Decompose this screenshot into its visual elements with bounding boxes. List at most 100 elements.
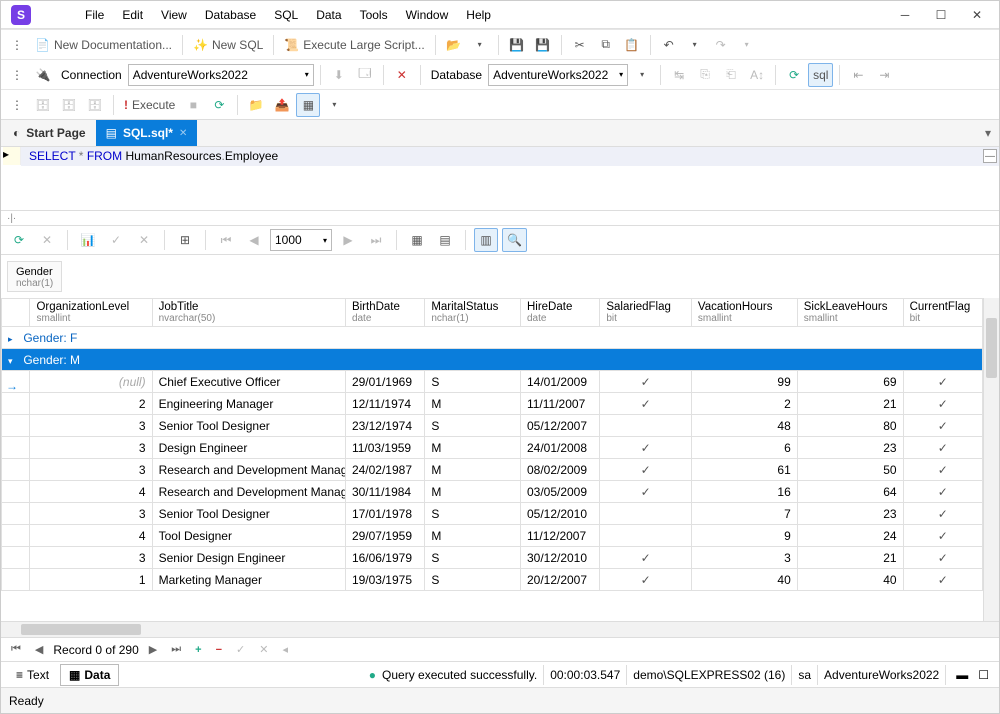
footer-tab-data[interactable]: ▦ Data (60, 664, 119, 686)
indent-more-icon[interactable]: ⇥ (872, 63, 896, 87)
dd-icon[interactable]: ▾ (630, 63, 654, 87)
menu-sql[interactable]: SQL (266, 6, 306, 24)
plug-icon[interactable]: 🔌 (31, 63, 55, 87)
col-CurrentFlag[interactable]: CurrentFlagbit (903, 299, 982, 327)
refresh-exec-icon[interactable]: ⟳ (207, 93, 231, 117)
next-page-icon[interactable]: ▶ (336, 228, 360, 252)
last-page-icon[interactable]: ⏭ (364, 228, 388, 252)
table-row[interactable]: 3Senior Tool Designer17/01/1978S05/12/20… (2, 503, 983, 525)
disconnect-all-icon[interactable]: ✕ (390, 63, 414, 87)
refresh-icon[interactable]: ⟳ (782, 63, 806, 87)
remove-record-icon[interactable]: − (212, 644, 226, 656)
minimize-button[interactable]: ─ (887, 1, 923, 28)
table-row[interactable]: 4Research and Development Manager30/11/1… (2, 481, 983, 503)
sql-editor[interactable]: ▸ — SELECT * FROM HumanResources.Employe… (1, 147, 999, 211)
table-row[interactable]: 3Senior Tool Designer23/12/1974S05/12/20… (2, 415, 983, 437)
search-icon[interactable]: 🔍 (502, 228, 527, 252)
table-row[interactable]: 3Design Engineer11/03/1959M24/01/2008✓62… (2, 437, 983, 459)
save-icon[interactable]: 💾 (505, 33, 529, 57)
sql-mode-icon[interactable]: sql (808, 63, 833, 87)
first-record-icon[interactable]: ⏮ (7, 643, 25, 656)
dropdown-icon[interactable]: ▾ (468, 33, 492, 57)
vertical-scrollbar[interactable] (983, 298, 999, 621)
cut-icon[interactable]: ✂ (568, 33, 592, 57)
maximize-button[interactable]: ☐ (923, 1, 959, 28)
menu-help[interactable]: Help (458, 6, 499, 24)
refresh-record-icon[interactable]: ◂ (278, 643, 292, 656)
redo-dd-icon[interactable]: ▾ (735, 33, 759, 57)
grouped-view-icon[interactable]: ▥ (474, 228, 498, 252)
paste-icon[interactable]: 📋 (620, 33, 644, 57)
table-row[interactable]: 2Engineering Manager12/11/1974M11/11/200… (2, 393, 983, 415)
menu-file[interactable]: File (77, 6, 112, 24)
collapse-icon[interactable]: — (983, 149, 997, 163)
prev-page-icon[interactable]: ◀ (242, 228, 266, 252)
db-icon-1[interactable]: 🗄 (31, 93, 55, 117)
col-MaritalStatus[interactable]: MaritalStatusnchar(1) (425, 299, 521, 327)
tb-icon-1[interactable]: ↹ (667, 63, 691, 87)
cancel-record-icon[interactable]: ✕ (255, 643, 272, 656)
cancel-icon[interactable]: ✕ (35, 228, 59, 252)
execute-button[interactable]: ! Execute (120, 93, 179, 117)
tab-sql-file[interactable]: ▤ SQL.sql* ✕ (96, 120, 198, 146)
group-row[interactable]: ▸ Gender: F (2, 327, 983, 349)
col-SalariedFlag[interactable]: SalariedFlagbit (600, 299, 692, 327)
tb-icon-3[interactable]: ⎗ (719, 63, 743, 87)
tb-icon-2[interactable]: ⎘ (693, 63, 717, 87)
col-HireDate[interactable]: HireDatedate (520, 299, 599, 327)
card-view-icon[interactable]: ▤ (433, 228, 457, 252)
close-button[interactable]: ✕ (959, 1, 995, 28)
tb-icon-4[interactable]: A↕ (745, 63, 769, 87)
export-icon[interactable]: 📤 (270, 93, 294, 117)
dd-icon[interactable]: ▾ (322, 93, 346, 117)
page-size-combo[interactable]: 1000▾ (270, 229, 332, 251)
db-icon-2[interactable]: 🗄 (57, 93, 81, 117)
tab-start-page[interactable]: ◐ Start Page (3, 120, 96, 146)
col-VacationHours[interactable]: VacationHourssmallint (691, 299, 797, 327)
group-row[interactable]: ▾ Gender: M (2, 349, 983, 371)
stop-icon[interactable]: ■ (181, 93, 205, 117)
rollback-icon[interactable]: ✕ (132, 228, 156, 252)
layout-icon-1[interactable]: ▬ (952, 668, 972, 682)
prev-record-icon[interactable]: ◀ (31, 643, 47, 656)
table-row[interactable]: 3Research and Development Manager24/02/1… (2, 459, 983, 481)
connect-icon[interactable]: ⬇ (327, 63, 351, 87)
pivot-icon[interactable]: 📊 (76, 228, 100, 252)
group-by-chip[interactable]: Gender nchar(1) (7, 261, 62, 292)
indent-less-icon[interactable]: ⇤ (846, 63, 870, 87)
menu-database[interactable]: Database (197, 6, 264, 24)
last-record-icon[interactable]: ⏭ (167, 643, 185, 656)
folder-open-icon[interactable]: 📂 (442, 33, 466, 57)
tab-close-icon[interactable]: ✕ (179, 128, 187, 139)
table-row[interactable]: (null)Chief Executive Officer29/01/1969S… (2, 371, 983, 393)
col-SickLeaveHours[interactable]: SickLeaveHourssmallint (797, 299, 903, 327)
table-row[interactable]: 3Senior Design Engineer16/06/1979S30/12/… (2, 547, 983, 569)
view-toggle-icon[interactable]: ⊞ (173, 228, 197, 252)
results-grid[interactable]: OrganizationLevelsmallintJobTitlenvarcha… (1, 298, 983, 591)
horizontal-scrollbar[interactable] (1, 621, 999, 637)
database-combo[interactable]: AdventureWorks2022▾ (488, 64, 628, 86)
menu-edit[interactable]: Edit (114, 6, 151, 24)
table-row[interactable]: 4Tool Designer29/07/1959M11/12/2007924✓ (2, 525, 983, 547)
commit-record-icon[interactable]: ✓ (232, 643, 249, 656)
grid-result-icon[interactable]: ▦ (296, 93, 320, 117)
connection-combo[interactable]: AdventureWorks2022▾ (128, 64, 314, 86)
tabs-dropdown-icon[interactable]: ▾ (977, 122, 999, 144)
first-page-icon[interactable]: ⏮ (214, 228, 238, 252)
grid-view-icon[interactable]: ▦ (405, 228, 429, 252)
redo-icon[interactable]: ↷ (709, 33, 733, 57)
exec-large-button[interactable]: 📜 Execute Large Script... (280, 33, 428, 57)
folder-icon[interactable]: 📁 (244, 93, 268, 117)
where-clause-bar[interactable]: ·|· (1, 211, 999, 225)
new-sql-button[interactable]: ✨ New SQL (189, 33, 267, 57)
row-selector-header[interactable] (2, 299, 30, 327)
col-JobTitle[interactable]: JobTitlenvarchar(50) (152, 299, 345, 327)
menu-data[interactable]: Data (308, 6, 349, 24)
add-record-icon[interactable]: + (191, 644, 205, 656)
copy-icon[interactable]: ⧉ (594, 33, 618, 57)
undo-dd-icon[interactable]: ▾ (683, 33, 707, 57)
new-doc-button[interactable]: 📄 New Documentation... (31, 33, 176, 57)
menu-window[interactable]: Window (398, 6, 457, 24)
col-BirthDate[interactable]: BirthDatedate (345, 299, 424, 327)
rerun-icon[interactable]: ⟳ (7, 228, 31, 252)
